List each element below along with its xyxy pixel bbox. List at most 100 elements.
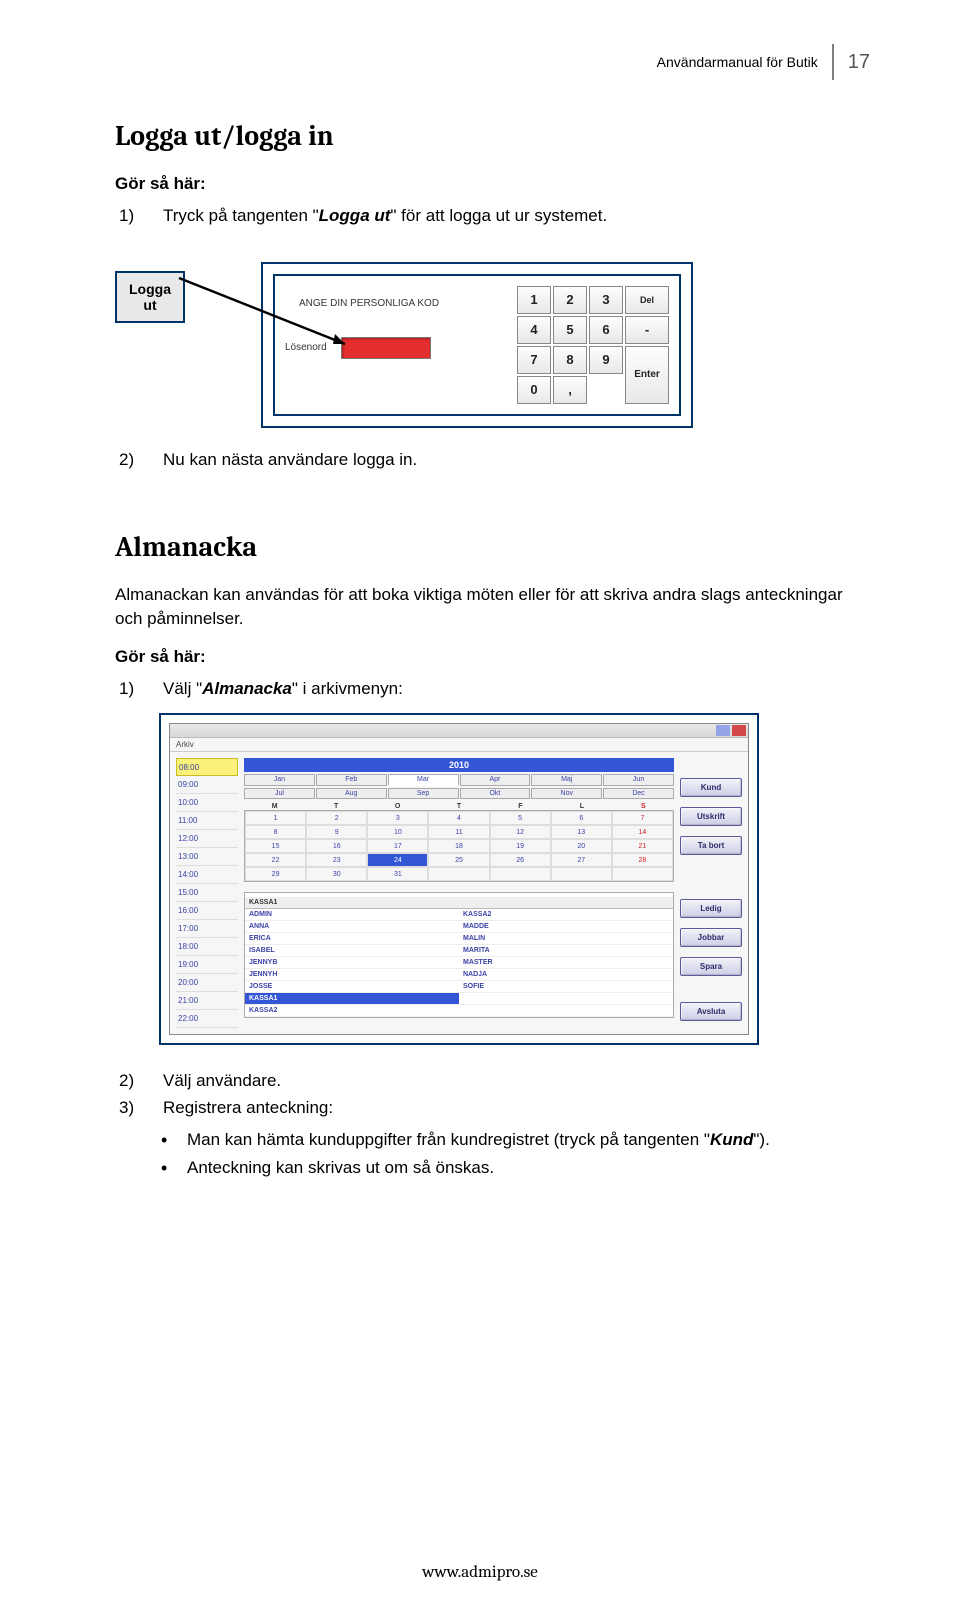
calendar-day[interactable]: 24	[367, 853, 428, 867]
time-column: 08:0009:0010:0011:0012:0013:0014:0015:00…	[176, 758, 238, 1028]
calendar-day[interactable]: 27	[551, 853, 612, 867]
month-tab[interactable]: Jul	[244, 788, 315, 799]
month-tab[interactable]: Dec	[603, 788, 674, 799]
calendar-day[interactable]: 19	[490, 839, 551, 853]
calendar-day[interactable]: 5	[490, 811, 551, 825]
alm-button-ledig[interactable]: Ledig	[680, 899, 742, 918]
calendar-day[interactable]: 14	[612, 825, 673, 839]
user-item[interactable]: ANNA	[245, 921, 459, 933]
calendar-day[interactable]: 16	[306, 839, 367, 853]
alm-button-kund[interactable]: Kund	[680, 778, 742, 797]
calendar-day[interactable]: 8	[245, 825, 306, 839]
menu-arkiv[interactable]: Arkiv	[170, 738, 748, 752]
month-tab[interactable]: Nov	[531, 788, 602, 799]
month-tab[interactable]: Apr	[460, 774, 531, 786]
calendar-day[interactable]: 30	[306, 867, 367, 881]
month-tab[interactable]: Jun	[603, 774, 674, 786]
time-slot[interactable]: 17:00	[176, 920, 238, 938]
calendar-day[interactable]: 31	[367, 867, 428, 881]
key-0[interactable]: 0	[517, 376, 551, 404]
calendar-day[interactable]: 7	[612, 811, 673, 825]
weekday-header: MTOTFLS	[244, 803, 674, 810]
time-slot[interactable]: 15:00	[176, 884, 238, 902]
calendar-day[interactable]: 11	[428, 825, 489, 839]
key-7[interactable]: 7	[517, 346, 551, 374]
user-item[interactable]: ERICA	[245, 933, 459, 945]
key-del[interactable]: Del	[625, 286, 669, 314]
user-item[interactable]: SOFIE	[459, 981, 673, 993]
calendar-day[interactable]: 3	[367, 811, 428, 825]
user-item[interactable]: JENNYB	[245, 957, 459, 969]
key-enter[interactable]: Enter	[625, 346, 669, 404]
calendar-day[interactable]: 6	[551, 811, 612, 825]
time-slot[interactable]: 12:00	[176, 830, 238, 848]
calendar-day[interactable]: 15	[245, 839, 306, 853]
time-slot[interactable]: 09:00	[176, 776, 238, 794]
alm-button-utskrift[interactable]: Utskrift	[680, 807, 742, 826]
calendar-day[interactable]: 17	[367, 839, 428, 853]
calendar-day[interactable]: 26	[490, 853, 551, 867]
month-tab[interactable]: Sep	[388, 788, 459, 799]
calendar-day[interactable]: 28	[612, 853, 673, 867]
key-2[interactable]: 2	[553, 286, 587, 314]
alm-button-jobbar[interactable]: Jobbar	[680, 928, 742, 947]
time-slot[interactable]: 21:00	[176, 992, 238, 1010]
user-item[interactable]: JOSSE	[245, 981, 459, 993]
month-tab[interactable]: Feb	[316, 774, 387, 786]
user-item[interactable]: ISABEL	[245, 945, 459, 957]
user-item[interactable]: MASTER	[459, 957, 673, 969]
calendar-day[interactable]: 22	[245, 853, 306, 867]
user-item[interactable]: NADJA	[459, 969, 673, 981]
time-slot[interactable]: 20:00	[176, 974, 238, 992]
month-tab[interactable]: Jan	[244, 774, 315, 786]
time-slot[interactable]: 14:00	[176, 866, 238, 884]
time-slot[interactable]: 16:00	[176, 902, 238, 920]
key-1[interactable]: 1	[517, 286, 551, 314]
user-item[interactable]: JENNYH	[245, 969, 459, 981]
calendar-day[interactable]: 21	[612, 839, 673, 853]
user-item[interactable]: MARITA	[459, 945, 673, 957]
month-tab[interactable]: Aug	[316, 788, 387, 799]
time-slot[interactable]: 18:00	[176, 938, 238, 956]
calendar-day[interactable]: 13	[551, 825, 612, 839]
user-item[interactable]: ADMIN	[245, 909, 459, 921]
key-6[interactable]: 6	[589, 316, 623, 344]
calendar-day[interactable]: 1	[245, 811, 306, 825]
calendar-day[interactable]: 2	[306, 811, 367, 825]
month-tab[interactable]: Mar	[388, 774, 459, 786]
calendar-day[interactable]: 25	[428, 853, 489, 867]
key-8[interactable]: 8	[553, 346, 587, 374]
time-slot[interactable]: 19:00	[176, 956, 238, 974]
user-item[interactable]: KASSA2	[459, 909, 673, 921]
time-slot[interactable]: 10:00	[176, 794, 238, 812]
key-4[interactable]: 4	[517, 316, 551, 344]
calendar-day[interactable]: 9	[306, 825, 367, 839]
key-comma[interactable]: ,	[553, 376, 587, 404]
key-5[interactable]: 5	[553, 316, 587, 344]
time-slot[interactable]: 13:00	[176, 848, 238, 866]
user-item[interactable]: MADDE	[459, 921, 673, 933]
month-tab[interactable]: Okt	[460, 788, 531, 799]
key-9[interactable]: 9	[589, 346, 623, 374]
window-close-icon[interactable]	[732, 725, 746, 736]
key-3[interactable]: 3	[589, 286, 623, 314]
calendar-day[interactable]: 18	[428, 839, 489, 853]
calendar-day[interactable]: 20	[551, 839, 612, 853]
window-min-icon[interactable]	[716, 725, 730, 736]
key-dash[interactable]: -	[625, 316, 669, 344]
time-slot[interactable]: 11:00	[176, 812, 238, 830]
user-item[interactable]: KASSA2	[245, 1005, 459, 1017]
user-item[interactable]: KASSA1	[245, 993, 459, 1005]
user-item[interactable]: MALIN	[459, 933, 673, 945]
alm-button-ta-bort[interactable]: Ta bort	[680, 836, 742, 855]
time-slot[interactable]: 08:00	[176, 758, 238, 776]
time-slot[interactable]: 22:00	[176, 1010, 238, 1028]
calendar-day[interactable]: 12	[490, 825, 551, 839]
calendar-day[interactable]: 4	[428, 811, 489, 825]
calendar-day[interactable]: 10	[367, 825, 428, 839]
calendar-day[interactable]: 23	[306, 853, 367, 867]
alm-button-avsluta[interactable]: Avsluta	[680, 1002, 742, 1021]
alm-button-spara[interactable]: Spara	[680, 957, 742, 976]
calendar-day[interactable]: 29	[245, 867, 306, 881]
month-tab[interactable]: Maj	[531, 774, 602, 786]
